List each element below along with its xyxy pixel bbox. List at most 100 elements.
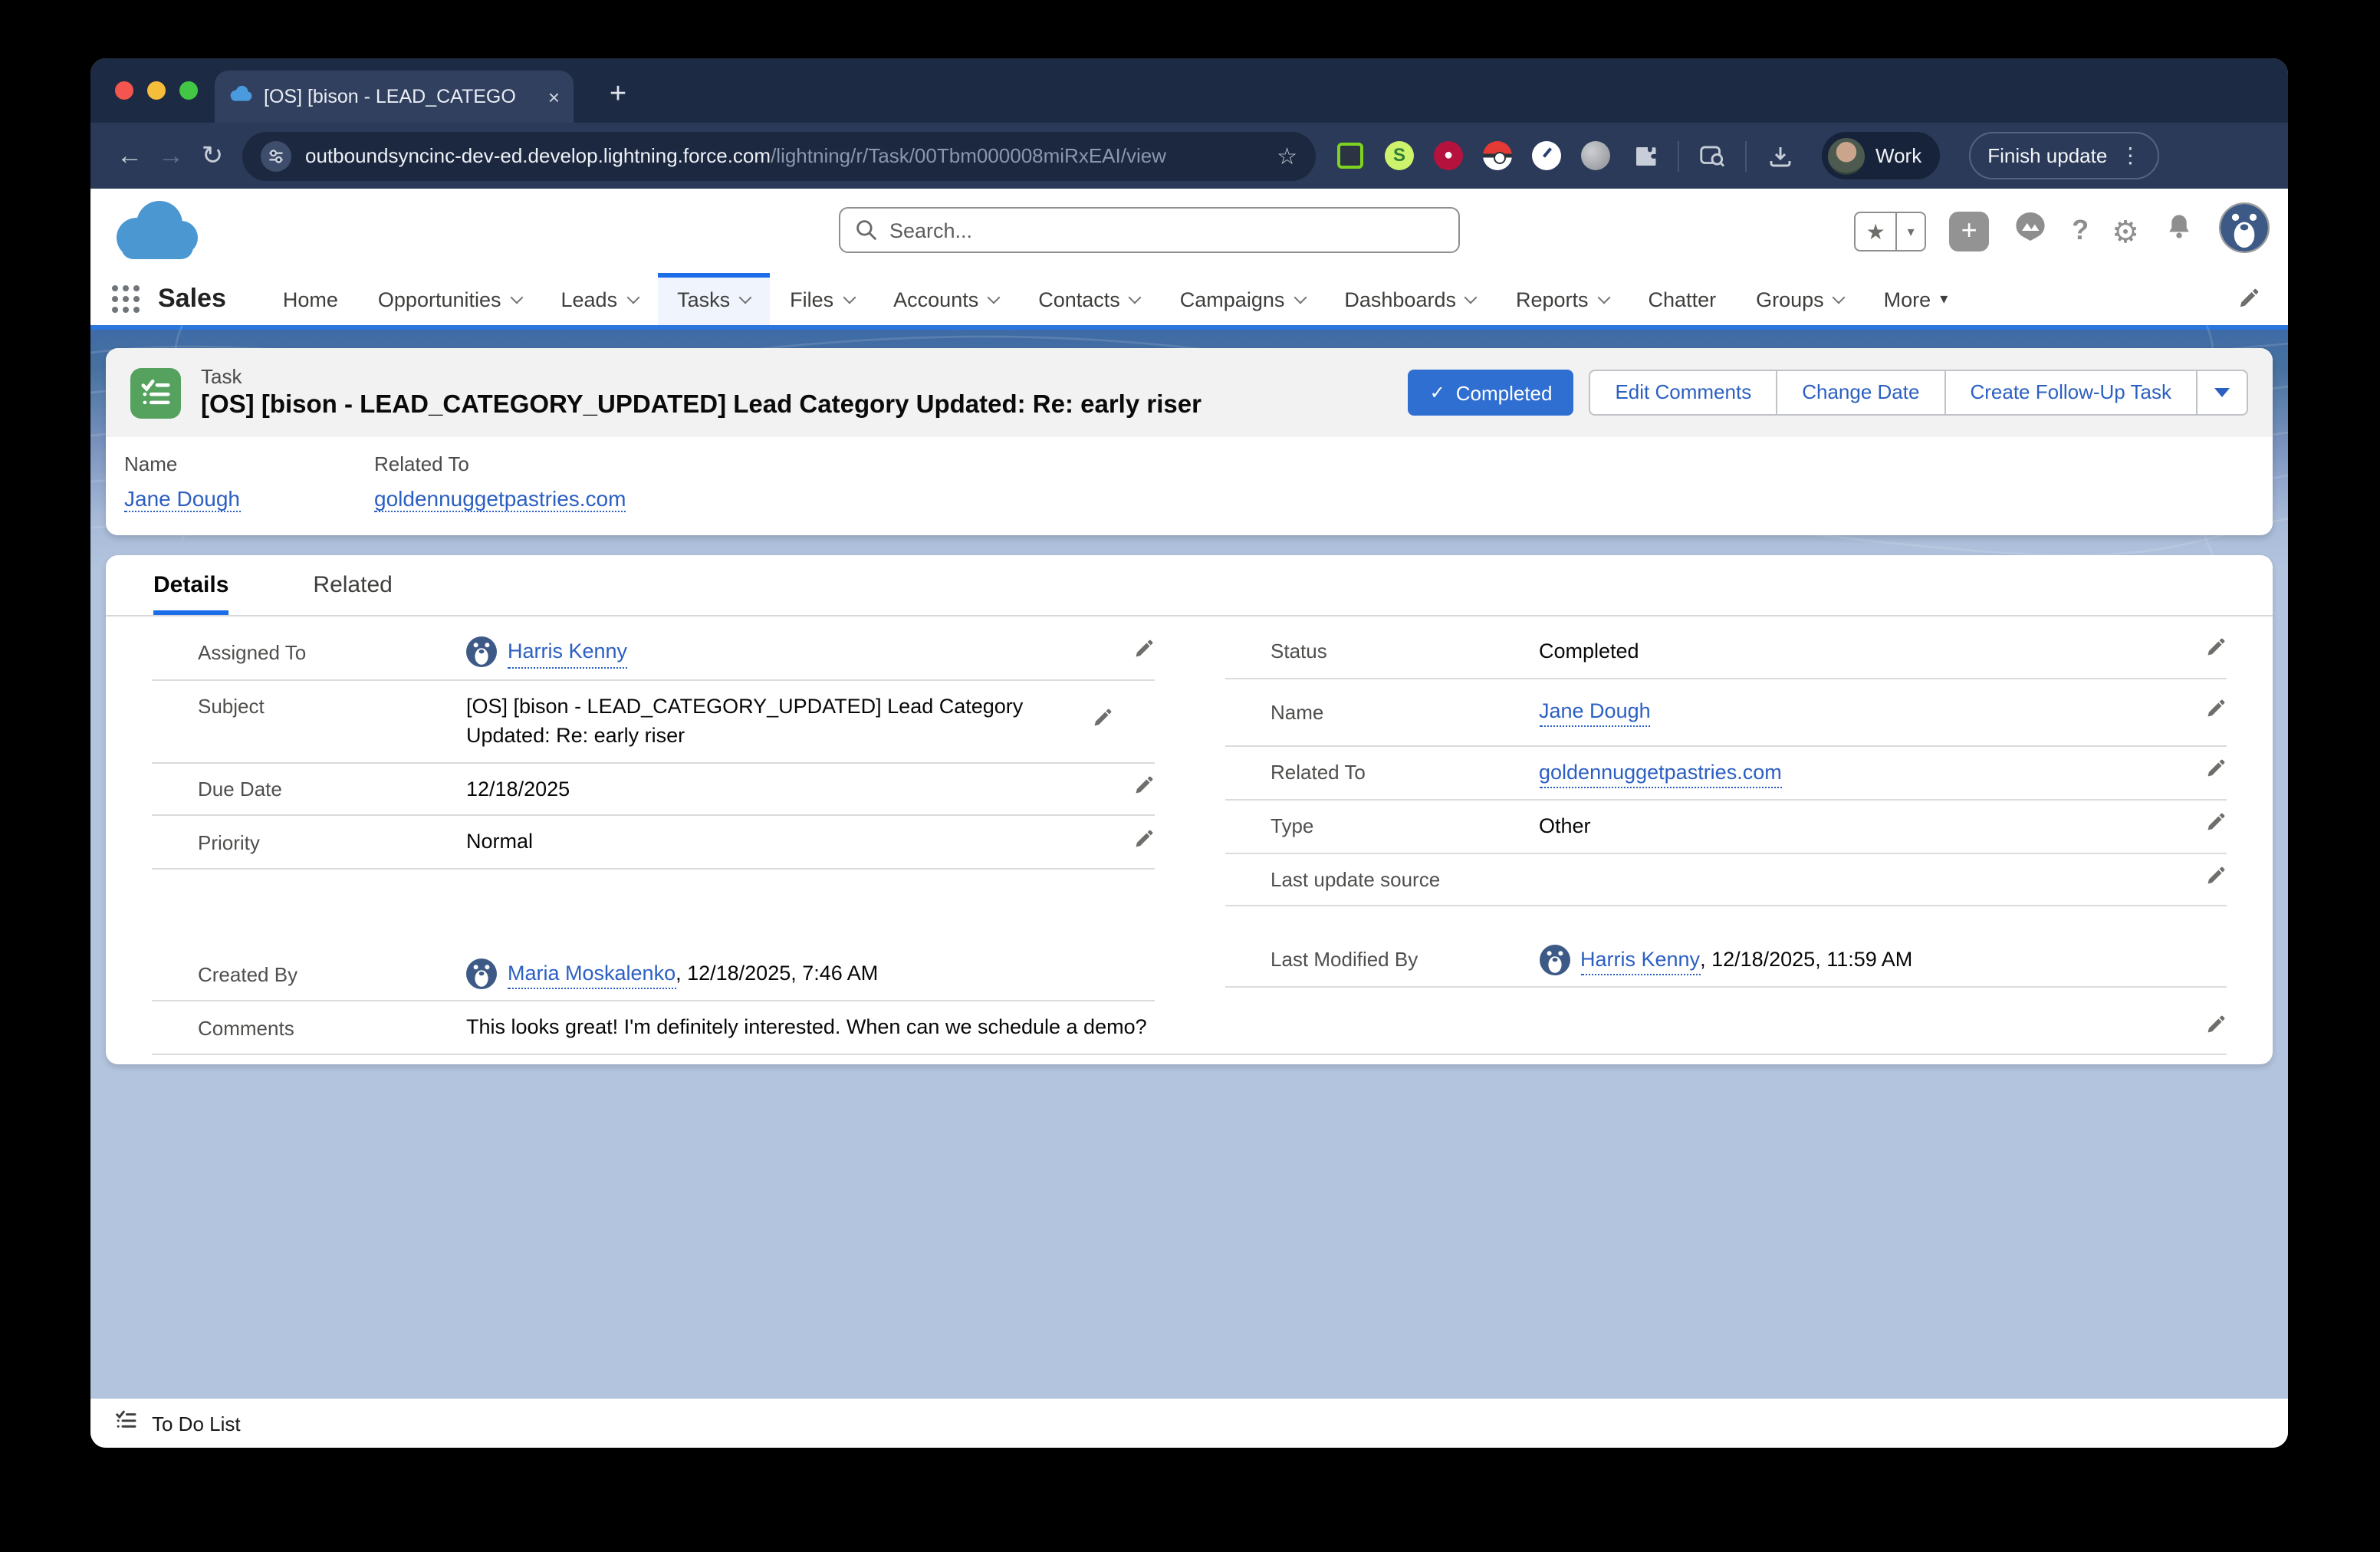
more-actions-dropdown[interactable] [2196, 371, 2247, 414]
created-by-link[interactable]: Maria Moskalenko [508, 958, 676, 990]
reload-icon[interactable]: ↻ [192, 140, 233, 171]
notifications-bell-icon[interactable] [2162, 210, 2196, 252]
tab-groups[interactable]: Groups [1736, 273, 1864, 325]
minimize-window-button[interactable] [147, 81, 166, 100]
tab-related[interactable]: Related [313, 572, 392, 615]
bookmark-star-icon[interactable]: ☆ [1277, 142, 1297, 169]
related-to-link[interactable]: goldennuggetpastries.com [1539, 757, 1782, 788]
mark-completed-button[interactable]: ✓ Completed [1409, 370, 1574, 416]
edit-pencil-icon[interactable] [1132, 638, 1154, 667]
field-comments: Comments This looks great! I'm definitel… [152, 1002, 2227, 1055]
edit-nav-pencil-icon[interactable] [2237, 287, 2260, 317]
edit-pencil-icon[interactable] [2205, 758, 2227, 788]
edit-pencil-icon[interactable] [2205, 637, 2227, 666]
clock-extension-icon[interactable] [1530, 140, 1563, 172]
assigned-to-link[interactable]: Harris Kenny [508, 636, 627, 668]
task-entity-icon [130, 367, 181, 418]
app-launcher-icon[interactable] [112, 285, 140, 313]
tab-chatter[interactable]: Chatter [1629, 273, 1737, 325]
browser-profile-button[interactable]: Work [1822, 132, 1940, 179]
finish-update-button[interactable]: Finish update ⋮ [1969, 132, 2159, 179]
sphere-extension-icon[interactable] [1580, 140, 1612, 172]
tab-more[interactable]: More▾ [1864, 273, 1968, 325]
edit-pencil-icon[interactable] [2205, 812, 2227, 841]
tab-files[interactable]: Files [770, 273, 873, 325]
tab-search-icon[interactable] [1696, 140, 1728, 172]
screenshot-extension-icon[interactable] [1334, 140, 1366, 172]
tab-reports[interactable]: Reports [1496, 273, 1629, 325]
tab-close-icon[interactable]: × [548, 85, 560, 108]
create-follow-up-task-button[interactable]: Create Follow-Up Task [1944, 371, 2196, 414]
edit-pencil-icon[interactable] [2205, 864, 2227, 893]
extensions-row: S ● Work [1334, 132, 2159, 179]
favorites-control[interactable]: ★ ▾ [1854, 211, 1926, 251]
setup-gear-icon[interactable]: ⚙ [2112, 212, 2139, 249]
s-extension-icon[interactable]: S [1383, 140, 1415, 172]
priority-value: Normal [466, 827, 1120, 857]
record-highlights-panel: Task [OS] [bison - LEAD_CATEGORY_UPDATED… [106, 348, 2273, 535]
tab-contacts[interactable]: Contacts [1018, 273, 1160, 325]
chevron-down-icon [1294, 291, 1307, 304]
global-search[interactable] [839, 207, 1460, 253]
back-icon[interactable]: ← [109, 140, 150, 171]
forward-icon[interactable]: → [150, 140, 192, 171]
download-icon[interactable] [1764, 140, 1796, 172]
finish-update-label: Finish update [1987, 144, 2107, 167]
tab-leads[interactable]: Leads [541, 273, 658, 325]
highlights-fields: Name Jane Dough Related To goldennuggetp… [106, 437, 2273, 535]
browser-tab[interactable]: [OS] [bison - LEAD_CATEGO × [215, 71, 574, 123]
edit-pencil-icon[interactable] [1132, 827, 1154, 857]
extensions-puzzle-icon[interactable] [1629, 140, 1661, 172]
favorites-star-icon[interactable]: ★ [1856, 212, 1895, 249]
user-avatar[interactable] [2219, 202, 2270, 260]
help-icon[interactable]: ? [2072, 215, 2089, 247]
url-path: /lightning/r/Task/00Tbm000008miRxEAI/vie… [771, 144, 1166, 167]
browser-menu-icon[interactable]: ⋮ [2119, 143, 2141, 169]
tab-title: [OS] [bison - LEAD_CATEGO [264, 86, 537, 107]
global-create-icon[interactable]: + [1949, 211, 1989, 251]
edit-pencil-icon[interactable] [1132, 774, 1154, 804]
last-modified-by-link[interactable]: Harris Kenny [1580, 944, 1700, 975]
pokeball-extension-icon[interactable] [1481, 140, 1514, 172]
name-link[interactable]: Jane Dough [124, 486, 240, 512]
todo-list-icon [113, 1407, 138, 1439]
name-link[interactable]: Jane Dough [1539, 696, 1651, 728]
highlights-header: Task [OS] [bison - LEAD_CATEGORY_UPDATED… [106, 348, 2273, 437]
tab-campaigns[interactable]: Campaigns [1160, 273, 1325, 325]
due-date-value: 12/18/2025 [466, 774, 1120, 804]
site-settings-icon[interactable] [261, 140, 291, 171]
close-window-button[interactable] [115, 81, 133, 100]
edit-pencil-icon[interactable] [1092, 706, 1113, 735]
header-actions: ★ ▾ + ? ⚙ [1854, 189, 2270, 273]
address-bar[interactable]: outboundsyncinc-dev-ed.develop.lightning… [242, 131, 1316, 180]
trailhead-icon[interactable] [2012, 209, 2049, 253]
field-related-to: Related To goldennuggetpastries.com [1225, 746, 2227, 801]
search-input[interactable] [889, 219, 1443, 242]
chevron-down-icon [1597, 291, 1610, 304]
profile-label: Work [1875, 144, 1921, 167]
tab-home[interactable]: Home [263, 273, 358, 325]
favorites-dropdown-icon[interactable]: ▾ [1895, 212, 1925, 249]
tab-tasks[interactable]: Tasks [657, 273, 770, 325]
browser-window: [OS] [bison - LEAD_CATEGO × + ← → ↻ outb… [90, 58, 2288, 1448]
traffic-lights [115, 81, 198, 100]
tab-opportunities[interactable]: Opportunities [358, 273, 541, 325]
field-priority: Priority Normal [152, 817, 1154, 870]
related-to-link[interactable]: goldennuggetpastries.com [374, 486, 626, 512]
drop-extension-icon[interactable]: ● [1432, 140, 1464, 172]
todo-list-label[interactable]: To Do List [152, 1412, 241, 1435]
more-arrow-icon: ▾ [1940, 291, 1948, 307]
field-due-date: Due Date 12/18/2025 [152, 763, 1154, 816]
dropdown-arrow-icon [2214, 388, 2230, 397]
change-date-button[interactable]: Change Date [1776, 371, 1944, 414]
edit-comments-button[interactable]: Edit Comments [1590, 371, 1776, 414]
edit-pencil-icon[interactable] [2205, 697, 2227, 726]
tab-dashboards[interactable]: Dashboards [1324, 273, 1496, 325]
tab-details[interactable]: Details [153, 572, 228, 615]
zoom-window-button[interactable] [179, 81, 198, 100]
tab-accounts[interactable]: Accounts [873, 273, 1018, 325]
new-tab-button[interactable]: + [597, 74, 639, 117]
chevron-down-icon [988, 291, 1001, 304]
salesforce-header: ★ ▾ + ? ⚙ [90, 189, 2288, 273]
edit-pencil-icon[interactable] [2205, 1013, 2227, 1042]
